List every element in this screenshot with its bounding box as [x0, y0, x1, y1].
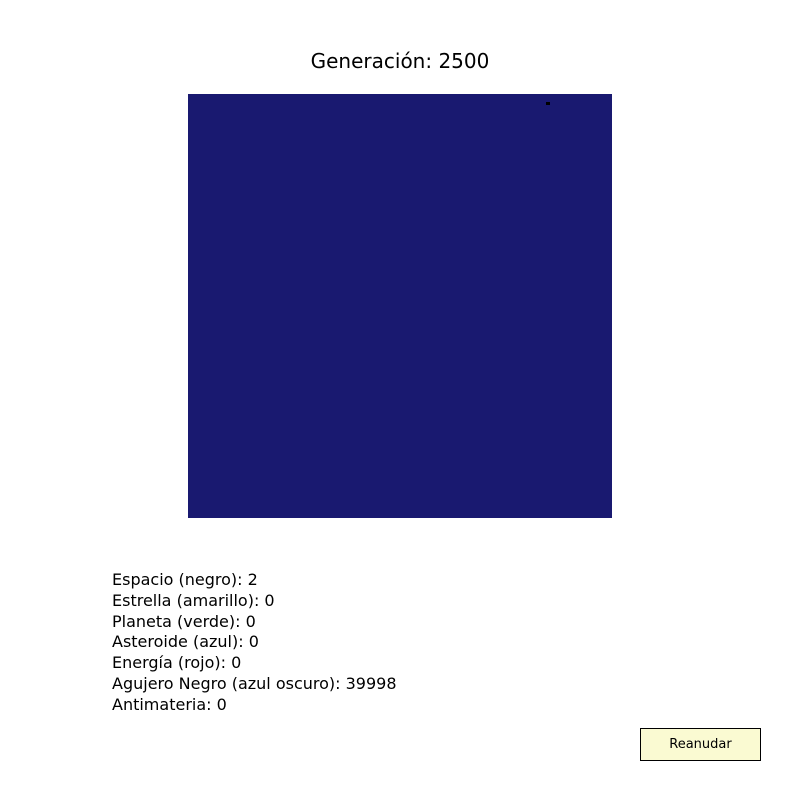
- stat-black-hole: Agujero Negro (azul oscuro): 39998: [112, 673, 397, 693]
- generation-title: Generación: 2500: [310, 49, 490, 73]
- stat-antimatter: Antimateria: 0: [112, 694, 227, 714]
- space-cell: [546, 102, 550, 105]
- stat-planet: Planeta (verde): 0: [112, 611, 256, 631]
- stat-energy: Energía (rojo): 0: [112, 653, 242, 673]
- resume-button[interactable]: Reanudar: [640, 728, 761, 761]
- simulation-grid: [188, 94, 612, 518]
- stats-panel: Espacio (negro): 2 Estrella (amarillo): …: [112, 570, 397, 716]
- stat-asteroid: Asteroide (azul): 0: [112, 632, 259, 652]
- stat-star: Estrella (amarillo): 0: [112, 590, 275, 610]
- stat-space: Espacio (negro): 2: [112, 570, 258, 589]
